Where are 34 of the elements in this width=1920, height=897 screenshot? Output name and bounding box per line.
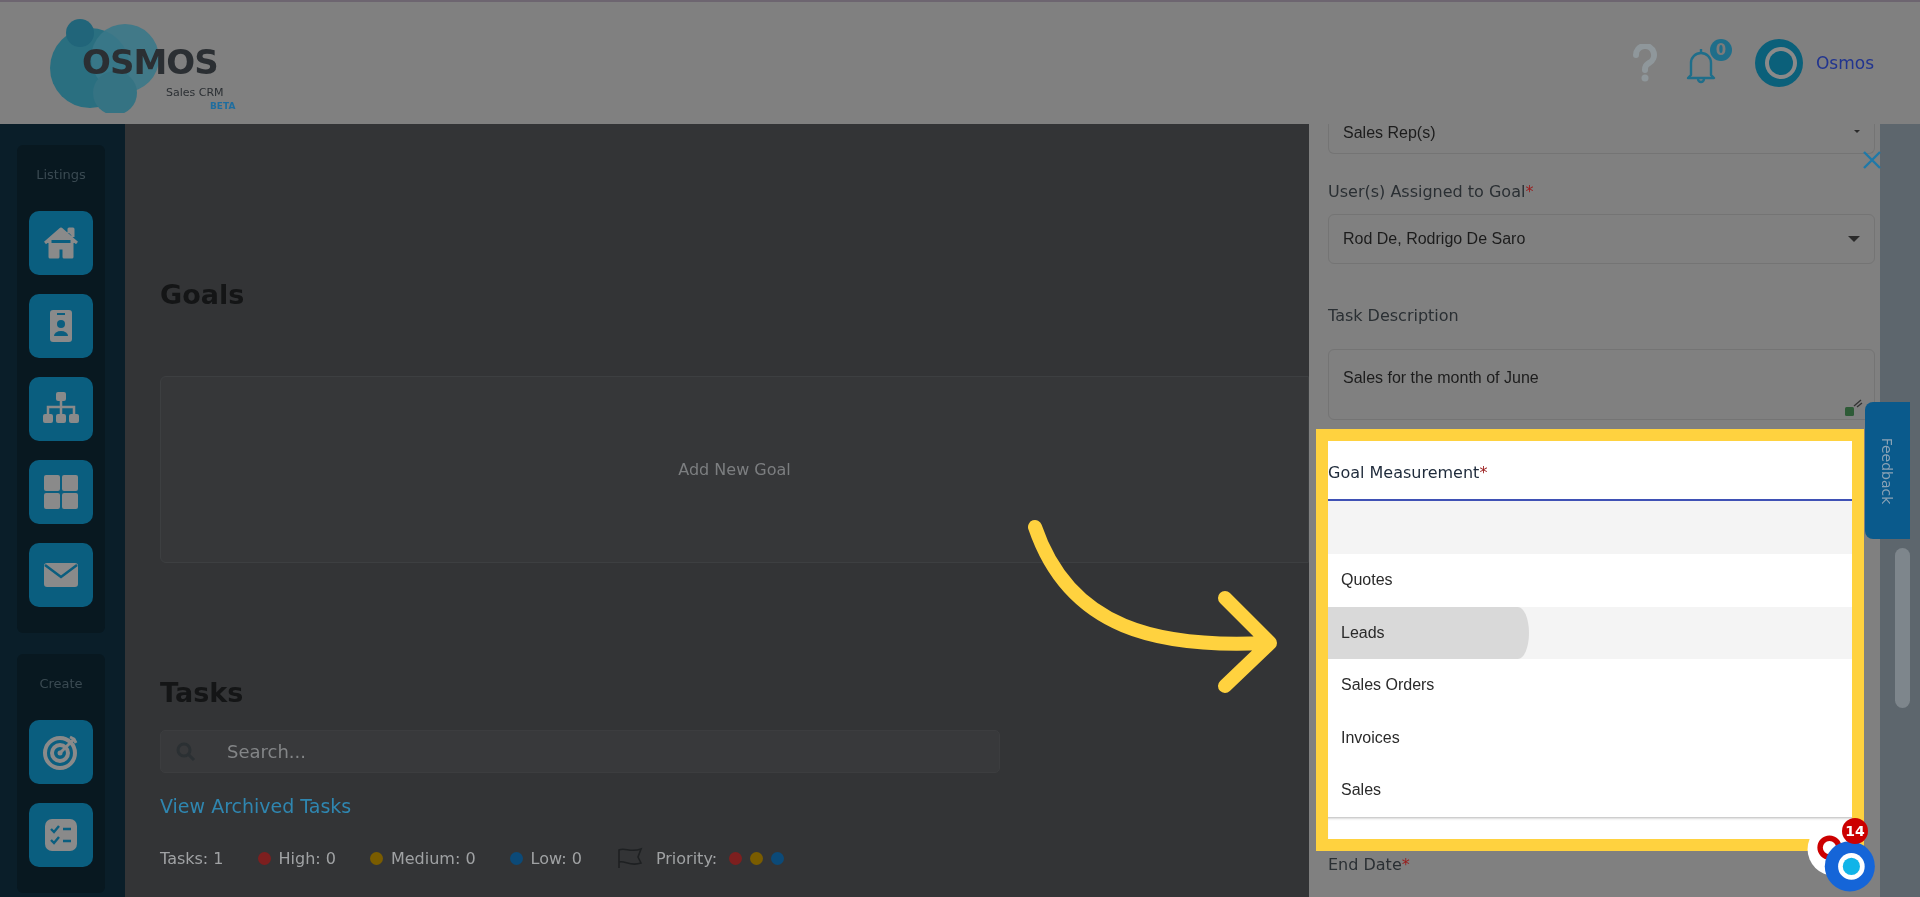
field-label: Goal Measurement* [1328, 462, 1488, 482]
sidebar-grid-button[interactable] [29, 460, 93, 524]
feedback-tab[interactable]: Feedback [1865, 402, 1910, 539]
user-name[interactable]: Osmos [1815, 53, 1874, 73]
task-stat: Medium: 0 [390, 848, 476, 868]
sidebar-checklist-button[interactable] [29, 803, 93, 867]
sales-rep-select[interactable]: Sales Rep(s) [1328, 124, 1875, 154]
priority-label: Priority: [655, 848, 718, 868]
grid-icon [41, 472, 81, 512]
description-field[interactable]: Sales for the month of June [1328, 349, 1875, 420]
logo-subtitle: Sales CRM [166, 86, 224, 99]
scrollbar-thumb[interactable] [1895, 548, 1910, 708]
task-stat: High: 0 [278, 848, 336, 868]
sidebar-contact-button[interactable] [29, 294, 93, 358]
beta-label: BETA [210, 101, 236, 111]
sidebar-home-button[interactable] [29, 211, 93, 275]
field-label: Task Description [1328, 305, 1460, 327]
dropdown-option[interactable]: Leads [1328, 606, 1852, 659]
add-goal-label: Add New Goal [678, 460, 791, 479]
search-field[interactable]: Search... [160, 730, 1000, 773]
resize-handle-icon [1844, 399, 1864, 417]
task-stat: Low: 0 [530, 848, 582, 868]
field-label: End Date* [1328, 854, 1411, 876]
caret-icon [1854, 130, 1860, 133]
users-select[interactable]: Rod De, Rodrigo De Saro [1328, 214, 1875, 264]
caret-icon [1848, 236, 1860, 242]
task-stat: Tasks: 1 [160, 848, 224, 868]
notification-badge: 0 [1709, 39, 1732, 61]
add-goal-card[interactable]: Add New Goal [160, 376, 1309, 563]
sidebar-target-button[interactable] [29, 720, 93, 784]
sidebar-mail-button[interactable] [29, 543, 93, 607]
sidebar-hierarchy-button[interactable] [29, 377, 93, 441]
field-label: User(s) Assigned to Goal* [1328, 181, 1535, 203]
view-archived-link[interactable]: View Archived Tasks [160, 795, 1309, 817]
